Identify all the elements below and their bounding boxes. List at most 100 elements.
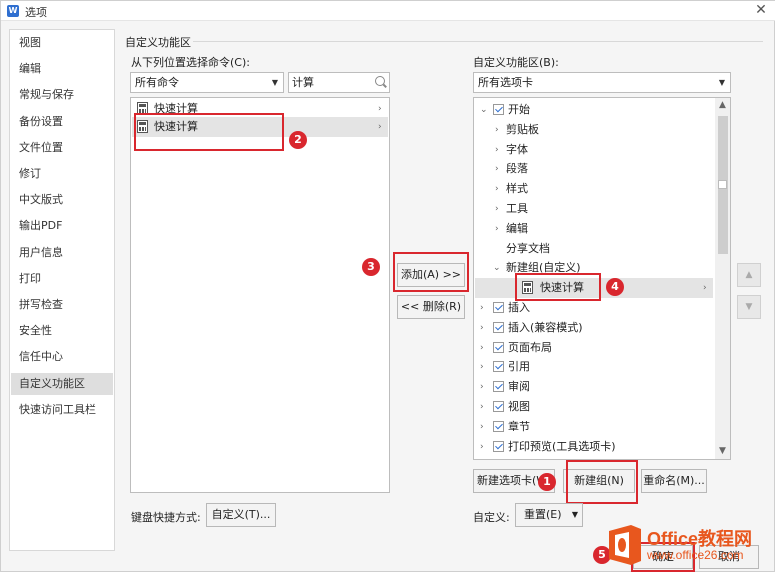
tree-item-group[interactable]: › 样式 [475, 179, 713, 199]
tree-item-group[interactable]: › 编辑 [475, 219, 713, 239]
checkbox-checked-icon[interactable] [493, 440, 504, 452]
ribbon-tabs-dropdown[interactable]: 所有选项卡 ▼ [473, 72, 731, 93]
sidebar-item[interactable]: 编辑 [11, 58, 113, 80]
chevron-right-icon[interactable]: › [495, 179, 499, 199]
sidebar-item[interactable]: 用户信息 [11, 242, 113, 264]
watermark-url: www.office26.com [647, 548, 744, 562]
search-icon [375, 76, 385, 86]
tree-item-tab[interactable]: › 视图 [475, 397, 713, 417]
reset-button[interactable]: 重置(E) ▼ [515, 503, 583, 527]
commands-source-dropdown[interactable]: 所有命令 ▼ [130, 72, 284, 93]
rename-button[interactable]: 重命名(M)... [641, 469, 707, 493]
chevron-right-icon[interactable]: › [480, 298, 484, 318]
category-list: 视图编辑常规与保存备份设置文件位置修订中文版式输出PDF 用户信息打印拼写检查安全… [9, 29, 115, 551]
dropdown-arrow-icon: ▼ [571, 510, 578, 519]
sidebar-item[interactable]: 安全性 [11, 320, 113, 342]
chevron-down-icon[interactable]: ⌄ [493, 258, 501, 278]
tree-item-label: 剪贴板 [506, 122, 539, 136]
chevron-right-icon: › [378, 104, 382, 114]
office-logo-icon [609, 525, 641, 565]
sidebar-item[interactable]: 自定义功能区 [11, 372, 113, 395]
reset-label: 重置(E) [524, 508, 562, 521]
move-up-icon[interactable]: ▲ [737, 263, 761, 287]
office-logo-watermark: Office教程网 www.office26.com [605, 521, 773, 569]
chevron-right-icon[interactable]: › [480, 357, 484, 377]
chevron-right-icon[interactable]: › [480, 397, 484, 417]
chevron-right-icon[interactable]: › [495, 140, 499, 160]
tree-item-label: 字体 [506, 142, 528, 156]
sidebar-item[interactable]: 打印 [11, 268, 113, 290]
tree-item-tab[interactable]: › 引用 [475, 357, 713, 377]
ribbon-tabs-value: 所有选项卡 [478, 76, 533, 89]
scroll-up-icon[interactable]: ▲ [719, 100, 726, 110]
section-divider [193, 41, 763, 42]
tree-item-tab[interactable]: › 插入 [475, 298, 713, 318]
close-icon[interactable]: ✕ [753, 2, 769, 18]
chevron-right-icon[interactable]: › [495, 159, 499, 179]
customize-shortcut-button[interactable]: 自定义(T)... [206, 503, 276, 527]
checkbox-checked-icon[interactable] [493, 361, 504, 373]
chevron-right-icon: › [378, 122, 382, 132]
chevron-right-icon[interactable]: › [495, 219, 499, 239]
sidebar-item[interactable]: 拼写检查 [11, 294, 113, 316]
tree-item-label: 编辑 [506, 221, 528, 235]
tree-item-group[interactable]: › 段落 [475, 159, 713, 179]
sidebar-item[interactable]: 视图 [11, 32, 113, 54]
tree-item-group[interactable]: › 字体 [475, 140, 713, 160]
sidebar-item[interactable]: 输出PDF [11, 215, 113, 237]
sidebar-item[interactable]: 修订 [11, 163, 113, 185]
tree-scrollbar[interactable]: ▲ ▼ [715, 98, 730, 459]
tree-item-label: 开始 [508, 103, 530, 116]
commands-list: 快速计算 › 快速计算 › [130, 97, 390, 493]
checkbox-checked-icon[interactable] [493, 302, 504, 313]
checkbox-checked-icon[interactable] [493, 341, 504, 353]
tree-item-label: 插入(兼容模式) [508, 320, 583, 334]
checkbox-checked-icon[interactable] [493, 321, 504, 333]
annotation-badge-2: 2 [289, 131, 307, 149]
checkbox-checked-icon[interactable] [493, 104, 504, 115]
checkbox-checked-icon[interactable] [493, 420, 504, 432]
checkbox-checked-icon[interactable] [493, 381, 504, 393]
move-down-icon[interactable]: ▼ [737, 295, 761, 319]
custom-label: 自定义: [473, 511, 510, 524]
tree-item-tab[interactable]: › 打印预览(工具选项卡) [475, 437, 713, 457]
chevron-right-icon[interactable]: › [480, 338, 484, 358]
annotation-box-3 [393, 252, 469, 292]
search-value: 计算 [292, 76, 314, 89]
chevron-down-icon[interactable]: ⌄ [480, 100, 488, 120]
sidebar-item[interactable]: 信任中心 [11, 346, 113, 368]
sidebar-item[interactable]: 快速访问工具栏 [11, 399, 113, 421]
tree-item-tab[interactable]: › 章节 [475, 417, 713, 437]
tree-item-group[interactable]: › 剪贴板 [475, 120, 713, 140]
tree-item-start[interactable]: ⌄ 开始 [475, 100, 713, 120]
annotation-box-4 [515, 273, 601, 301]
tree-item-group[interactable]: › 工具 [475, 199, 713, 219]
chevron-right-icon[interactable]: › [495, 120, 499, 140]
tree-item-share[interactable]: 分享文档 [475, 239, 713, 259]
tree-item-label: 审阅 [508, 380, 530, 394]
checkbox-checked-icon[interactable] [493, 401, 504, 412]
sidebar-item[interactable]: 备份设置 [11, 111, 113, 133]
tree-item-label: 打印预览(工具选项卡) [508, 439, 616, 453]
tree-item-tab[interactable]: › 页面布局 [475, 338, 713, 358]
command-search-input[interactable]: 计算 [288, 72, 390, 93]
scroll-down-icon[interactable]: ▼ [719, 446, 726, 456]
tree-item-tab[interactable]: › 插入(兼容模式) [475, 318, 713, 338]
tree-item-label: 插入 [508, 301, 530, 314]
chevron-right-icon[interactable]: › [480, 417, 484, 437]
sidebar-item[interactable]: 常规与保存 [11, 84, 113, 106]
sidebar-item[interactable]: 中文版式 [11, 189, 113, 211]
dialog-title: 选项 [25, 6, 47, 19]
tree-item-tab[interactable]: › 审阅 [475, 377, 713, 397]
customize-ribbon-label: 自定义功能区(B): [473, 56, 559, 69]
chevron-right-icon[interactable]: › [480, 437, 484, 457]
chevron-right-icon[interactable]: › [480, 377, 484, 397]
annotation-badge-3: 3 [362, 258, 380, 276]
chevron-right-icon: › [703, 283, 707, 294]
annotation-box-2 [134, 113, 284, 151]
remove-button[interactable]: << 删除(R) [397, 295, 465, 319]
chevron-right-icon[interactable]: › [480, 318, 484, 338]
sidebar-item[interactable]: 文件位置 [11, 137, 113, 159]
commands-from-label: 从下列位置选择命令(C): [131, 56, 250, 69]
chevron-right-icon[interactable]: › [495, 199, 499, 219]
